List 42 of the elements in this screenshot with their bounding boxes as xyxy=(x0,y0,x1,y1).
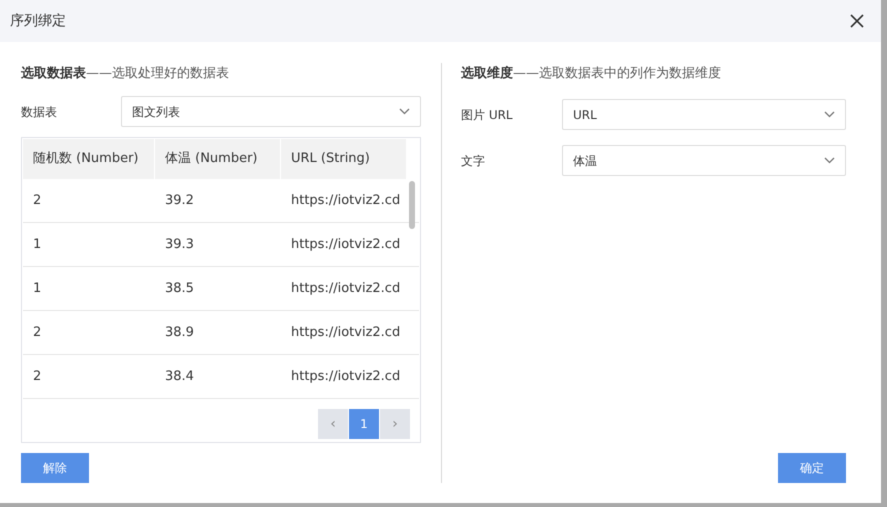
dialog-title: 序列绑定 xyxy=(10,12,66,30)
table-cell-text: 38.4 xyxy=(164,368,195,386)
table-cell-text: https://iotviz2.cd xyxy=(290,192,402,210)
chevron-down-icon xyxy=(824,157,835,164)
chevron-down-icon xyxy=(399,108,410,115)
unbind-button[interactable]: 解除 xyxy=(21,453,89,483)
table-cell-text: https://iotviz2.cd xyxy=(290,368,402,386)
table-cell-text: https://iotviz2.cd xyxy=(290,324,402,342)
table-cell-text: https://iotviz2.cd xyxy=(290,236,402,254)
section-subtitle: ——选取处理好的数据表 xyxy=(86,65,229,84)
chevron-down-icon xyxy=(824,111,835,118)
scrollbar-thumb[interactable] xyxy=(409,181,415,229)
column-header: 体温 (Number) xyxy=(155,139,281,179)
page-button[interactable]: 1 xyxy=(349,409,379,439)
table-cell-text: 2 xyxy=(32,324,42,342)
next-page-button[interactable]: › xyxy=(380,409,410,439)
field-label: 文字 xyxy=(461,152,486,170)
table-cell-text: 1 xyxy=(32,280,42,298)
close-icon xyxy=(850,14,864,28)
select-value: 图文列表 xyxy=(132,104,180,120)
section-subtitle: ——选取数据表中的列作为数据维度 xyxy=(513,65,721,84)
table-cell-text: 39.2 xyxy=(164,192,195,210)
confirm-button[interactable]: 确定 xyxy=(778,453,846,483)
table-cell-text: 38.9 xyxy=(164,324,195,342)
field-label: 图片 URL xyxy=(461,106,514,124)
select-value: 体温 xyxy=(573,152,597,170)
table-cell-text: 39.3 xyxy=(164,236,195,254)
table-cell-text: 2 xyxy=(32,192,42,210)
section-title: 选取数据表 xyxy=(21,65,86,84)
table-cell-text: https://iotviz2.cd xyxy=(290,280,402,298)
column-header: URL (String) xyxy=(281,139,406,179)
previous-page-button[interactable]: ‹ xyxy=(318,409,348,439)
section-title: 选取维度 xyxy=(461,64,513,84)
field-label: 数据表 xyxy=(21,104,58,120)
dropdown-select[interactable]: 体温 xyxy=(562,145,846,176)
table-cell-text: 38.5 xyxy=(164,280,195,298)
table-cell-text: 2 xyxy=(32,368,42,386)
dropdown-select[interactable]: 图文列表 xyxy=(121,96,421,127)
select-value: URL xyxy=(573,106,597,124)
dropdown-select[interactable]: URL xyxy=(562,99,846,130)
column-header: 随机数 (Number) xyxy=(23,139,155,179)
table-cell-text: 1 xyxy=(32,236,42,254)
